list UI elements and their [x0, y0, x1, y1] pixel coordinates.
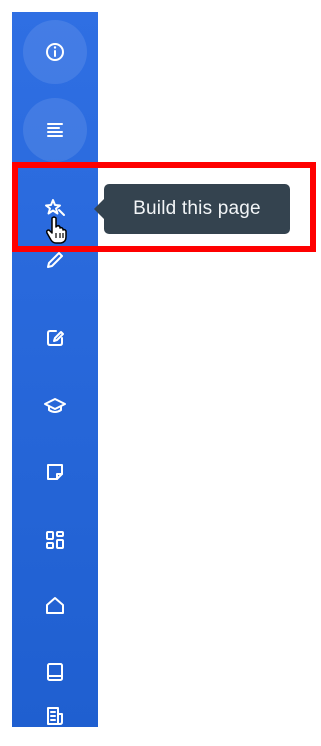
edit-note-button[interactable] [12, 308, 98, 368]
document-icon [47, 707, 63, 725]
edit-note-icon [47, 330, 64, 346]
lines-icon [47, 123, 63, 137]
sidebar [12, 12, 98, 727]
sticky-note-button[interactable] [12, 442, 98, 502]
dashboard-button[interactable] [12, 510, 98, 570]
book-icon [47, 663, 63, 681]
info-button[interactable] [12, 22, 98, 82]
graduation-cap-icon [44, 398, 66, 413]
home-icon [46, 597, 64, 614]
dashboard-grid-icon [46, 531, 64, 549]
document-button[interactable] [12, 686, 98, 746]
info-icon [46, 43, 64, 61]
learning-button[interactable] [12, 376, 98, 436]
lines-button[interactable] [12, 100, 98, 160]
sticky-note-icon [47, 464, 63, 480]
hand-pointer-cursor-icon [46, 216, 67, 244]
home-button[interactable] [12, 576, 98, 636]
